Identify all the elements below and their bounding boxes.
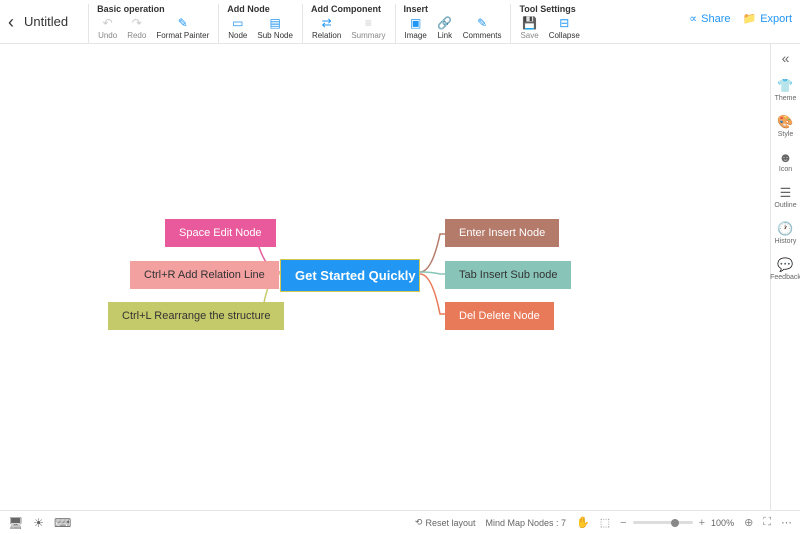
outline-button[interactable]: ☰Outline [774,185,796,209]
sun-icon[interactable]: ☀ [33,516,44,530]
style-icon: 🎨 [777,114,793,130]
node-button[interactable]: ▭Node [225,16,250,40]
link-button[interactable]: 🔗Link [434,16,456,40]
keyboard-icon[interactable]: ⌨ [54,516,71,530]
image-button[interactable]: ▣Image [402,16,430,40]
share-icon: ∝ [689,12,697,25]
export-icon: 📁 [743,12,757,25]
desktop-icon[interactable]: 🖥 [8,516,23,530]
fullscreen-icon[interactable]: ⛶ [763,516,771,529]
zoom-slider[interactable] [633,521,693,524]
outline-icon: ☰ [780,185,792,201]
collapse-button[interactable]: ⊟Collapse [546,16,583,40]
canvas[interactable]: Get Started Quickly Space Edit Node Ctrl… [0,44,770,510]
comments-icon: ✎ [474,16,490,30]
feedback-button[interactable]: 💬Feedback [770,257,800,281]
share-button[interactable]: ∝Share [689,12,730,25]
style-button[interactable]: 🎨Style [777,114,793,138]
reset-layout-button[interactable]: ⟲Reset layout [415,517,476,528]
bottom-bar: 🖥 ☀ ⌨ ⟲Reset layout Mind Map Nodes : 7 ✋… [0,510,800,534]
mindmap-node[interactable]: Ctrl+R Add Relation Line [130,261,279,289]
right-panel: « 👕Theme 🎨Style ☻Icon ☰Outline 🕐History … [770,44,800,510]
reset-icon: ⟲ [415,517,423,528]
node-count-label: Mind Map Nodes : 7 [485,518,566,528]
subnode-icon: ▤ [267,16,283,30]
theme-button[interactable]: 👕Theme [775,78,797,102]
toolbar-group-addnode: Add Node ▭Node ▤Sub Node [218,4,302,44]
back-arrow-icon[interactable]: ‹ [8,12,14,33]
summary-button[interactable]: ≡Summary [348,16,388,40]
icon-button[interactable]: ☻Icon [779,150,793,173]
mindmap-node[interactable]: Space Edit Node [165,219,276,247]
save-button[interactable]: 💾Save [517,16,541,40]
undo-icon: ↶ [100,16,116,30]
mindmap-center-node[interactable]: Get Started Quickly [280,259,420,292]
toolbar-group-title: Add Component [309,4,389,14]
toolbar-group-addcomp: Add Component ⇄Relation ≡Summary [302,4,395,44]
top-right-actions: ∝Share 📁Export [689,12,792,25]
node-icon: ▭ [230,16,246,30]
document-title[interactable]: Untitled [24,14,68,29]
summary-icon: ≡ [360,16,376,30]
bottom-right-tools: ⟲Reset layout Mind Map Nodes : 7 ✋ ⬚ − +… [415,516,792,529]
toolbar-group-basic: Basic operation ↶Undo ↷Redo ✎Format Pain… [88,4,218,44]
toolbar-group-toolset: Tool Settings 💾Save ⊟Collapse [510,4,588,44]
collapse-icon: ⊟ [556,16,572,30]
zoom-out-button[interactable]: − [620,517,626,529]
mindmap-node[interactable]: Tab Insert Sub node [445,261,571,289]
panel-collapse-icon[interactable]: « [782,50,790,66]
zoom-control: − + 100% [620,517,734,529]
smile-icon: ☻ [779,150,793,165]
toolbar-group-title: Basic operation [95,4,212,14]
toolbar-group-title: Add Node [225,4,296,14]
toolbar-group-title: Insert [402,4,505,14]
toolbar-group-insert: Insert ▣Image 🔗Link ✎Comments [395,4,511,44]
relation-icon: ⇄ [319,16,335,30]
zoom-value: 100% [711,518,734,528]
pointer-tool-icon[interactable]: ⬚ [600,516,610,529]
mindmap-node[interactable]: Del Delete Node [445,302,554,330]
hand-tool-icon[interactable]: ✋ [576,516,590,529]
history-button[interactable]: 🕐History [775,221,797,245]
format-painter-button[interactable]: ✎Format Painter [153,16,212,40]
comments-button[interactable]: ✎Comments [460,16,505,40]
toolbar-group-title: Tool Settings [517,4,582,14]
feedback-icon: 💬 [777,257,793,273]
undo-button[interactable]: ↶Undo [95,16,120,40]
subnode-button[interactable]: ▤Sub Node [254,16,296,40]
history-icon: 🕐 [777,221,793,237]
relation-button[interactable]: ⇄Relation [309,16,344,40]
bottom-left-tools: 🖥 ☀ ⌨ [8,516,71,530]
more-icon[interactable]: ⋯ [781,516,792,529]
mindmap-node[interactable]: Enter Insert Node [445,219,559,247]
redo-icon: ↷ [129,16,145,30]
save-icon: 💾 [522,16,538,30]
zoom-in-button[interactable]: + [699,517,705,529]
export-button[interactable]: 📁Export [743,12,793,25]
center-view-icon[interactable]: ⊕ [744,516,753,529]
topbar: ‹ Untitled Basic operation ↶Undo ↷Redo ✎… [0,0,800,44]
format-painter-icon: ✎ [175,16,191,30]
zoom-thumb[interactable] [671,519,679,527]
theme-icon: 👕 [777,78,793,94]
redo-button[interactable]: ↷Redo [124,16,149,40]
image-icon: ▣ [408,16,424,30]
link-icon: 🔗 [437,16,453,30]
mindmap-node[interactable]: Ctrl+L Rearrange the structure [108,302,284,330]
